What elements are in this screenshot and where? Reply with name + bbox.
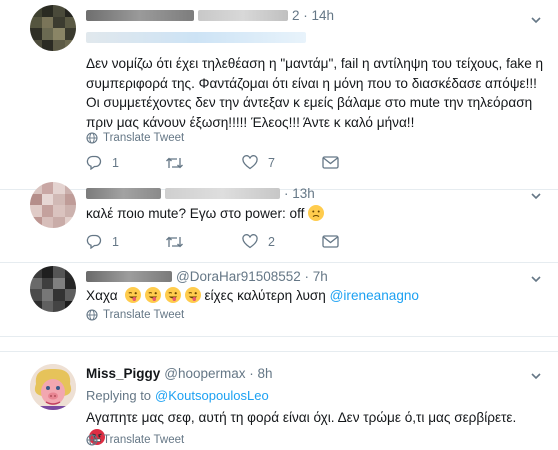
avatar[interactable] [30, 182, 76, 228]
miss-piggy-avatar [30, 364, 76, 410]
tweet-header: 2 · 14h [86, 8, 334, 23]
avatar[interactable] [30, 266, 76, 312]
blurred-name [86, 271, 172, 282]
display-name[interactable]: Miss_Piggy [86, 366, 160, 381]
retweet-button[interactable] [165, 235, 242, 249]
tweet-handle[interactable]: @hoopermax · 8h [164, 366, 272, 381]
tongue-wink-emoji [125, 287, 142, 303]
like-count: 7 [268, 155, 275, 170]
tweet-header: Miss_Piggy @hoopermax · 8h [86, 366, 273, 381]
envelope-icon [322, 156, 339, 169]
tweet-text: Χαχα είχες καλύτερη λυση @ireneanagno [86, 286, 526, 306]
tweet-text-start: Χαχα [86, 288, 118, 303]
avatar[interactable] [30, 364, 76, 410]
globe-icon [86, 434, 98, 446]
translate-tweet-link[interactable]: Translate Tweet [86, 132, 184, 144]
reply-icon [86, 234, 102, 249]
tweet-header: · 13h [86, 186, 315, 201]
retweet-icon [166, 236, 183, 247]
tweet-text-middle: είχες καλύτερη λυση [204, 288, 330, 303]
mention-link[interactable]: @ireneanagno [330, 288, 419, 303]
translate-label: Translate Tweet [103, 434, 185, 446]
chevron-down-icon[interactable] [530, 273, 542, 285]
tongue-wink-emoji [145, 287, 162, 303]
reply-button[interactable]: 1 [86, 234, 165, 249]
replying-to: Replying to @KoutsopoulosLeo [86, 388, 269, 403]
tweet-handle[interactable]: @DoraHar91508552 · 7h [176, 269, 328, 284]
dm-button[interactable] [322, 235, 339, 248]
replying-label: Replying to [86, 388, 152, 403]
translate-label: Translate Tweet [103, 132, 185, 144]
tweet-text-content: καλέ ποιο mute? Εγω στο power: off [86, 206, 305, 221]
retweet-icon [166, 157, 183, 168]
tongue-wink-emoji [164, 287, 181, 303]
reply-button[interactable]: 1 [86, 155, 165, 170]
reply-count: 1 [112, 234, 119, 249]
like-count: 2 [268, 234, 275, 249]
tweet-4[interactable]: Miss_Piggy @hoopermax · 8h Replying to @… [0, 351, 558, 450]
translate-tweet-link[interactable]: Translate Tweet [86, 309, 184, 321]
reply-icon [86, 155, 102, 170]
sad-face-emoji [308, 205, 325, 221]
blurred-replying-to [86, 32, 306, 43]
blurred-name [86, 188, 161, 199]
tongue-wink-emoji [184, 287, 201, 303]
reply-count: 1 [112, 155, 119, 170]
dm-button[interactable] [322, 156, 339, 169]
tweet-time: · 13h [284, 186, 315, 201]
tweet-time: 2 · 14h [292, 8, 335, 23]
blurred-name [86, 10, 194, 21]
tweet-2[interactable]: · 13h καλέ ποιο mute? Εγω στο power: off… [0, 178, 558, 260]
like-button[interactable]: 7 [242, 155, 322, 170]
globe-icon [86, 309, 98, 321]
tweet-header: @DoraHar91508552 · 7h [86, 269, 328, 284]
translate-label: Translate Tweet [103, 309, 185, 321]
tweet-text: καλέ ποιο mute? Εγω στο power: off [86, 204, 526, 224]
chevron-down-icon[interactable] [530, 190, 542, 202]
envelope-icon [322, 235, 339, 248]
avatar[interactable] [30, 5, 76, 51]
replying-to-link[interactable]: @KoutsopoulosLeo [155, 388, 269, 403]
blurred-handle [198, 10, 288, 21]
tweet-3[interactable]: @DoraHar91508552 · 7h Χαχα είχες καλύτερ… [0, 262, 558, 337]
tweet-actions: 1 2 [86, 234, 339, 249]
translate-tweet-link[interactable]: Translate Tweet [86, 434, 184, 446]
heart-icon [242, 155, 258, 170]
globe-icon [86, 132, 98, 144]
heart-icon [242, 234, 258, 249]
chevron-down-icon[interactable] [530, 14, 542, 26]
chevron-down-icon[interactable] [530, 370, 542, 382]
tweet-actions: 1 7 [86, 155, 339, 170]
tweet-text: Δεν νομίζω ότι έχει τηλεθέαση η "μαντάμ"… [86, 56, 544, 130]
tweet-text-content: Αγαπητε μας σεφ, αυτή τη φορά είναι όχι.… [86, 410, 517, 425]
tweet-1[interactable]: 2 · 14h Δεν νομίζω ότι έχει τηλεθέαση η … [0, 0, 558, 190]
like-button[interactable]: 2 [242, 234, 322, 249]
retweet-button[interactable] [165, 156, 242, 170]
blurred-handle [165, 188, 280, 199]
